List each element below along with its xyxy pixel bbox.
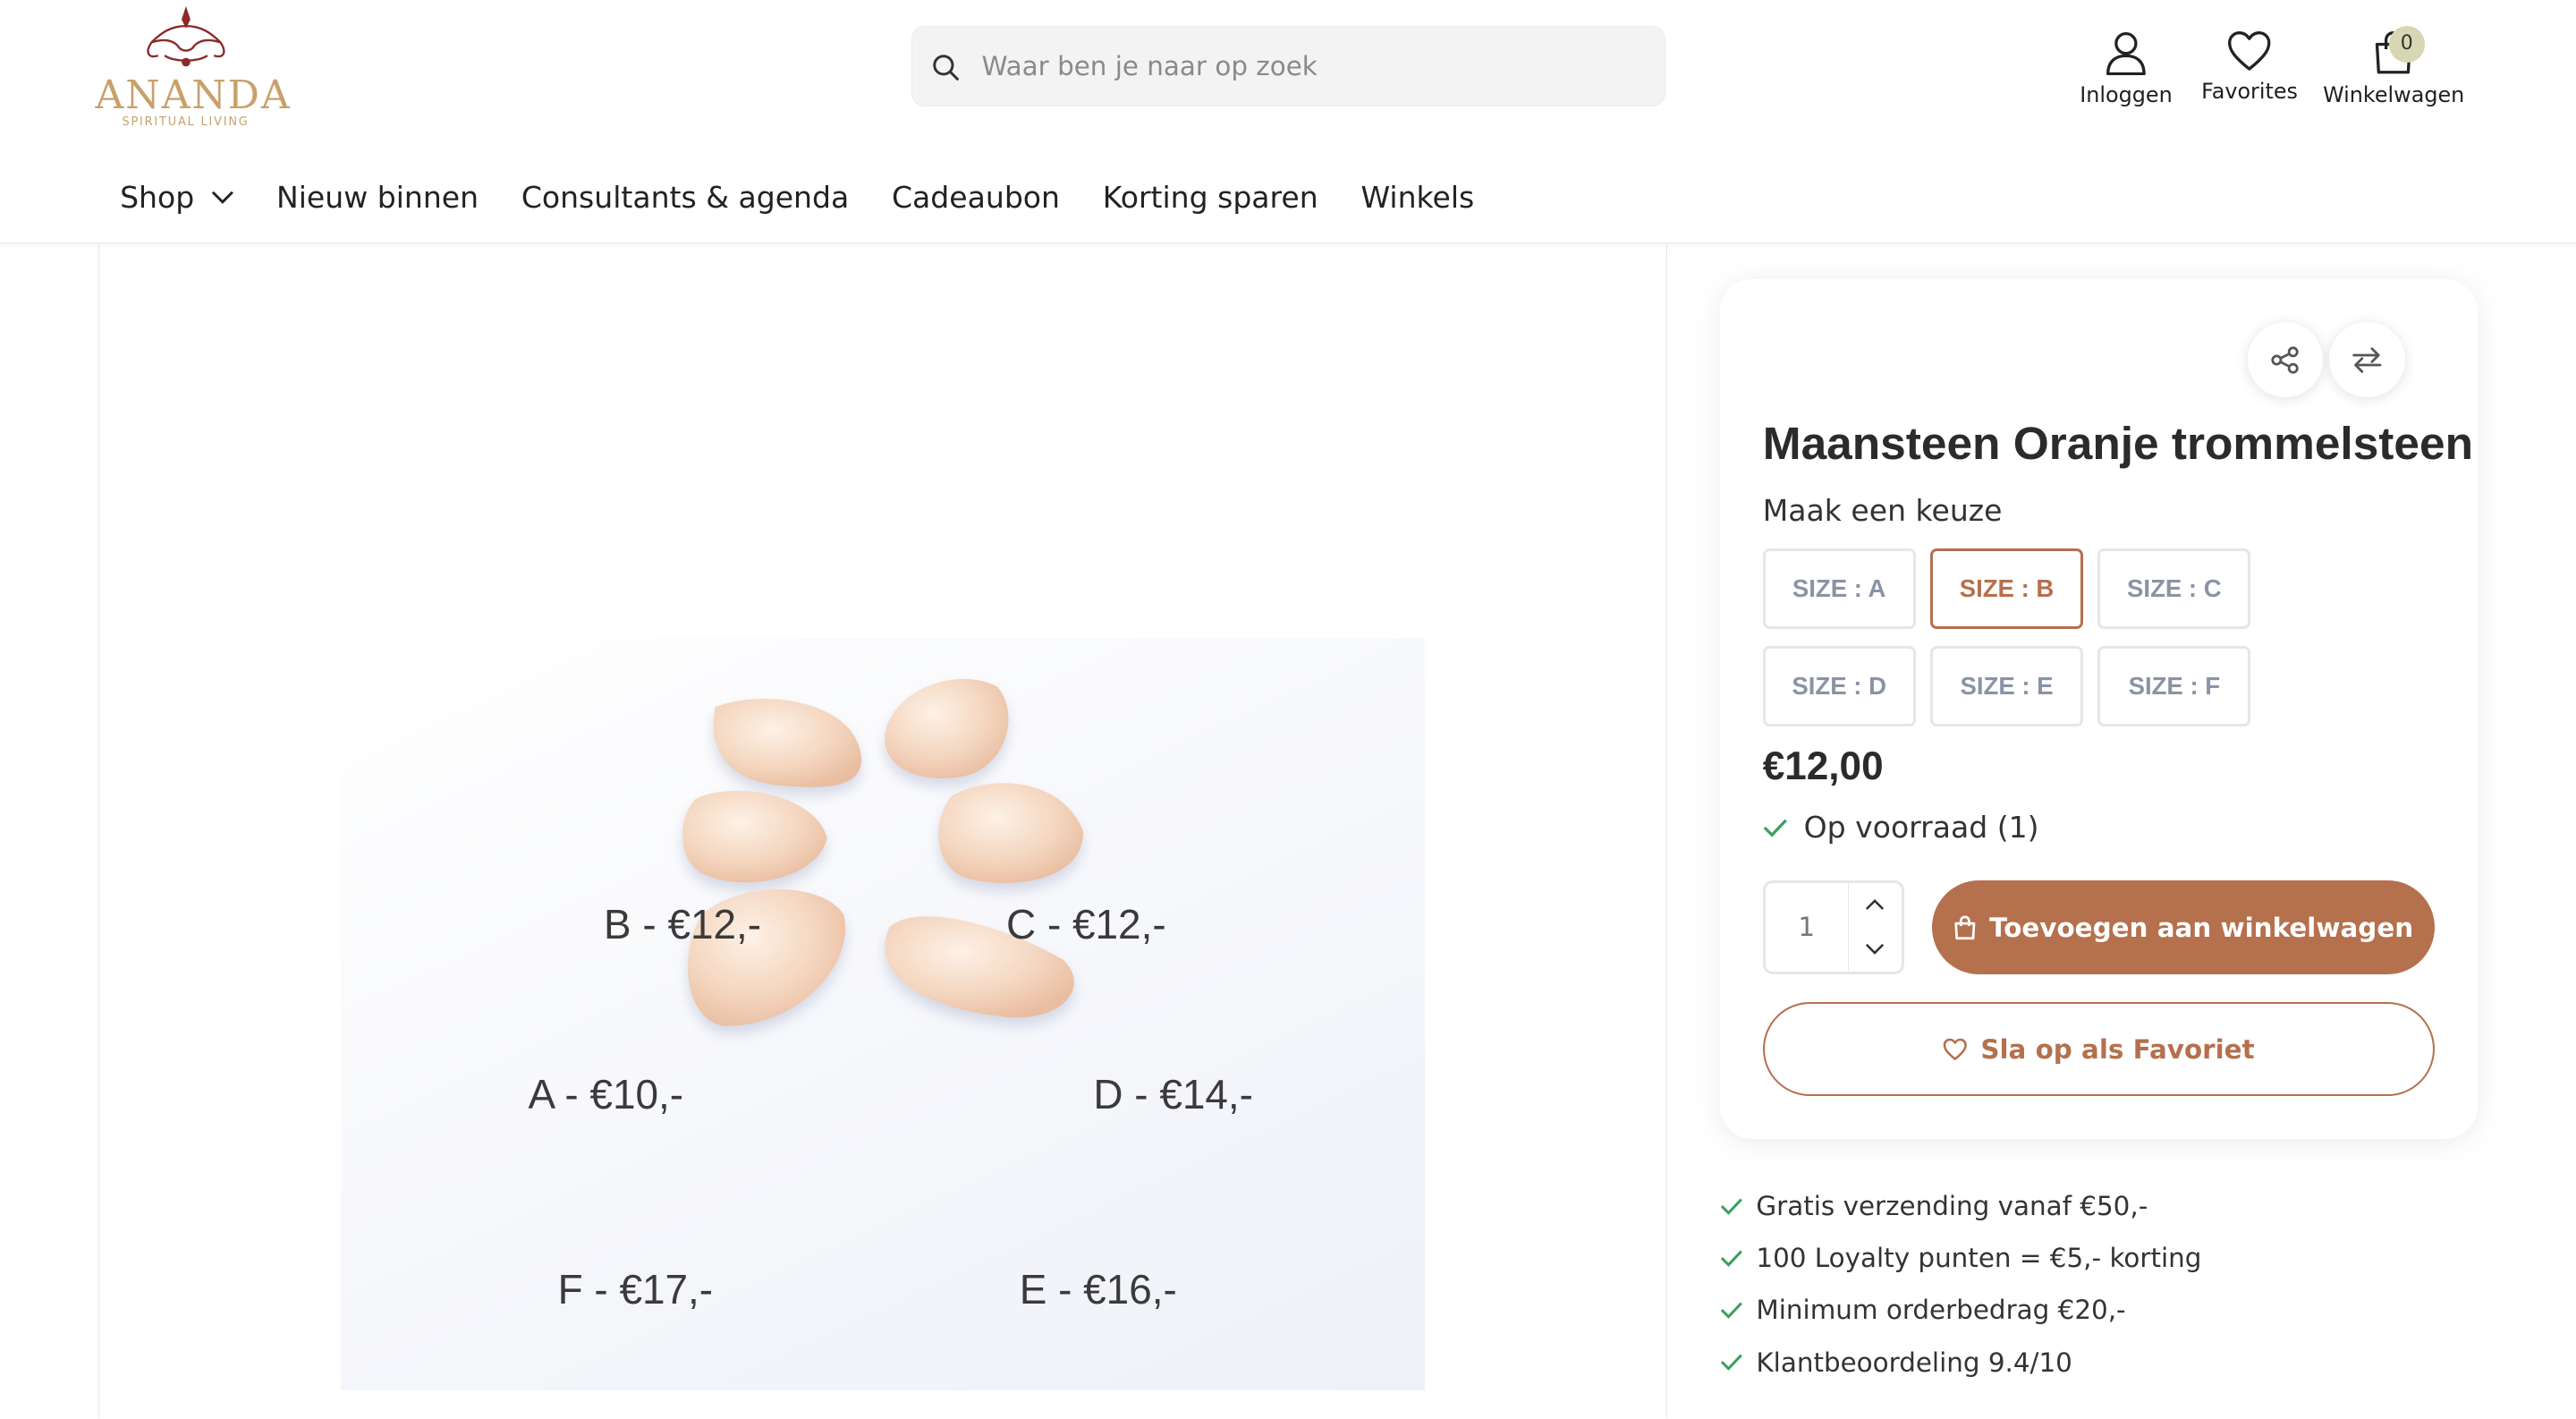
site-header: ANANDA SPIRITUAL LIVING Inloggen Favorit… [0,0,2576,243]
usp-item: 100 Loyalty punten = €5,- korting [1720,1232,2201,1284]
product-info-card: Maansteen Oranje trommelsteen Maak een k… [1720,279,2478,1139]
nav-item-korting-sparen[interactable]: Korting sparen [1103,180,1318,215]
chevron-down-icon [211,191,233,204]
stock-label: Op voorraad (1) [1803,810,2039,845]
check-icon [1720,1302,1742,1320]
check-icon [1763,819,1787,837]
shopping-bag-icon [1954,915,1976,940]
chevron-down-icon [1865,944,1885,956]
nav-item-winkels[interactable]: Winkels [1360,180,1474,215]
quantity-controls [1847,883,1902,971]
size-option-d[interactable]: SIZE : D [1762,645,1916,726]
image-price-label: A - €10,- [528,1070,684,1117]
size-option-c[interactable]: SIZE : C [2097,548,2251,630]
product-price: €12,00 [1762,744,1884,789]
check-icon [1720,1354,1742,1372]
choose-label: Maak een keuze [1762,493,2003,528]
usp-item: Minimum orderbedrag €20,- [1720,1284,2201,1336]
brand-name: ANANDA [95,72,292,118]
brand-logo[interactable]: ANANDA SPIRITUAL LIVING [95,6,292,132]
main-nav: Shop Nieuw binnen Consultants & agenda C… [120,174,1517,220]
favorites-button[interactable]: Favorites [2201,30,2298,104]
login-label: Inloggen [2080,81,2173,107]
usp-item: Gratis verzending vanaf €50,- [1720,1180,2201,1232]
quantity-decrease-button[interactable] [1849,928,1902,971]
size-option-b[interactable]: SIZE : B [1930,548,2083,630]
nav-item-label: Korting sparen [1102,179,1318,215]
nav-item-label: Winkels [1360,179,1475,215]
size-option-e[interactable]: SIZE : E [1930,645,2083,726]
search-icon [933,55,960,81]
moonstone-stones-image [682,678,1084,1026]
favorites-label: Favorites [2201,79,2298,105]
compare-button[interactable] [2329,321,2405,398]
usp-item: Klantbeoordeling 9.4/10 [1720,1336,2201,1388]
usp-label: Minimum orderbedrag €20,- [1756,1295,2126,1326]
heart-icon [2228,31,2271,71]
quantity-increase-button[interactable] [1849,883,1902,926]
share-icon [2271,346,2299,374]
image-price-label: C - €12,- [1006,901,1166,948]
usp-label: 100 Loyalty punten = €5,- korting [1756,1243,2202,1274]
nav-item-label: Nieuw binnen [276,179,479,215]
cart-label: Winkelwagen [2323,81,2465,107]
size-option-a[interactable]: SIZE : A [1762,548,1916,630]
check-icon [1720,1250,1742,1267]
usp-label: Gratis verzending vanaf €50,- [1756,1190,2148,1221]
search-input[interactable] [978,27,1636,105]
cart-count-badge: 0 [2388,26,2425,63]
nav-item-label: Consultants & agenda [521,179,850,215]
cart-button[interactable]: 0 Winkelwagen [2323,26,2465,107]
nav-item-shop[interactable]: Shop [120,180,233,215]
nav-item-label: Shop [120,179,195,215]
product-photo[interactable]: B - €12,- C - €12,- A - €10,- D - €14,- … [341,637,1426,1390]
share-button[interactable] [2247,321,2324,398]
usp-list: Gratis verzending vanaf €50,- 100 Loyalt… [1720,1180,2201,1389]
product-image-panel: B - €12,- C - €12,- A - €10,- D - €14,- … [98,242,1668,1419]
user-icon [2106,31,2146,76]
nav-item-label: Cadeaubon [891,179,1060,215]
add-to-cart-button[interactable]: Toevoegen aan winkelwagen [1931,880,2435,975]
nav-item-consultants[interactable]: Consultants & agenda [521,180,849,215]
image-price-label: D - €14,- [1093,1070,1253,1117]
save-favorite-label: Sla op als Favoriet [1980,1033,2255,1065]
nav-item-cadeaubon[interactable]: Cadeaubon [892,180,1060,215]
heart-icon [1943,1038,1967,1060]
nav-item-nieuw-binnen[interactable]: Nieuw binnen [276,180,479,215]
save-favorite-button[interactable]: Sla op als Favoriet [1762,1002,2435,1097]
add-to-cart-label: Toevoegen aan winkelwagen [1989,912,2414,943]
product-title: Maansteen Oranje trommelsteen [1762,416,2473,469]
search-bar[interactable] [911,26,1666,107]
compare-arrows-icon [2352,346,2382,373]
logo-ornament-icon [146,6,225,67]
quantity-input[interactable] [1765,883,1848,971]
chevron-up-icon [1865,898,1885,910]
size-option-f[interactable]: SIZE : F [2097,645,2251,726]
login-button[interactable]: Inloggen [2080,30,2173,107]
brand-tagline: SPIRITUAL LIVING [122,115,250,129]
image-price-label: F - €17,- [557,1266,714,1313]
quantity-stepper [1762,880,1904,975]
image-price-label: E - €16,- [1019,1266,1177,1313]
image-price-label: B - €12,- [604,901,762,948]
check-icon [1720,1198,1742,1215]
usp-label: Klantbeoordeling 9.4/10 [1756,1347,2072,1378]
stock-status: Op voorraad (1) [1763,810,2039,845]
